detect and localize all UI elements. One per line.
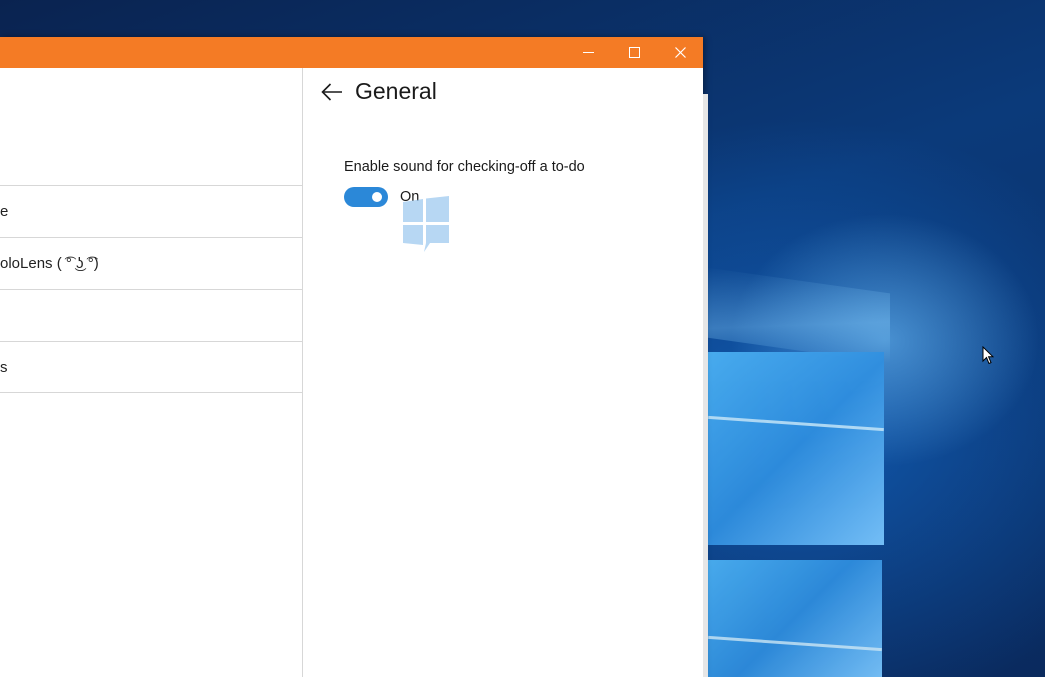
- close-icon: [674, 47, 686, 58]
- settings-nav-pane: e oloLens ( ͡° ͜ʖ ͡°) s: [0, 68, 303, 677]
- list-item[interactable]: s: [0, 341, 303, 393]
- windows-logo-icon: [403, 196, 449, 252]
- list-item[interactable]: oloLens ( ͡° ͜ʖ ͡°): [0, 237, 303, 289]
- wallpaper-window-pane-bottom: [708, 560, 882, 677]
- wallpaper-window-pane-top: [708, 352, 884, 545]
- window-titlebar[interactable]: [0, 37, 703, 68]
- list-item[interactable]: e: [0, 185, 303, 237]
- list-item-label: e: [0, 203, 9, 220]
- minimize-button[interactable]: [565, 37, 611, 68]
- background-window-edge: [703, 94, 708, 677]
- page-title: General: [355, 78, 437, 104]
- settings-nav-list: e oloLens ( ͡° ͜ʖ ͡°) s: [0, 185, 303, 393]
- mouse-cursor-icon: [982, 346, 994, 365]
- back-button[interactable]: [318, 80, 346, 104]
- toggle-knob: [372, 192, 382, 202]
- app-window: e oloLens ( ͡° ͜ʖ ͡°) s General Enable s…: [0, 37, 703, 677]
- list-item-label: s: [0, 358, 8, 376]
- wallpaper-light-beam: [700, 266, 890, 364]
- settings-detail-pane: General Enable sound for checking-off a …: [304, 68, 703, 677]
- close-button[interactable]: [657, 37, 703, 68]
- back-arrow-icon: [321, 83, 342, 101]
- sound-setting-label: Enable sound for checking-off a to-do: [344, 159, 585, 175]
- minimize-icon: [582, 52, 594, 53]
- sound-toggle-switch[interactable]: [344, 187, 388, 207]
- maximize-icon: [628, 47, 640, 58]
- maximize-button[interactable]: [611, 37, 657, 68]
- list-item-label: oloLens ( ͡° ͜ʖ ͡°): [0, 255, 99, 272]
- list-item[interactable]: [0, 289, 303, 341]
